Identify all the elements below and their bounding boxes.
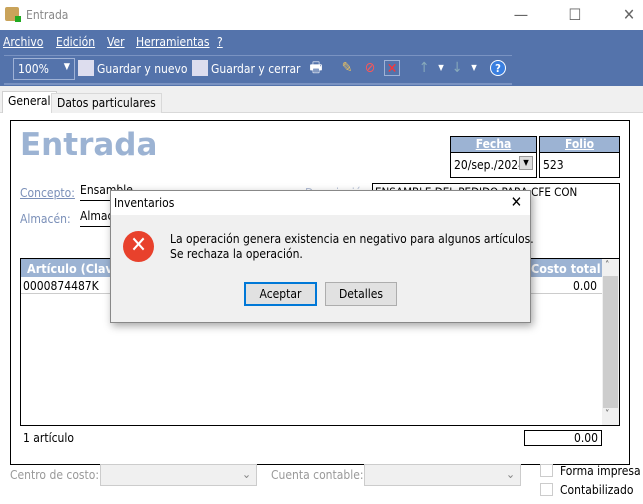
scroll-up-icon[interactable]: ˄: [605, 260, 610, 271]
menu-archivo[interactable]: Archivo: [3, 35, 43, 49]
menu-ver[interactable]: Ver: [107, 35, 125, 49]
chevron-down-icon: ⌄: [241, 467, 251, 481]
chevron-down-icon[interactable]: ▼: [466, 60, 482, 76]
details-button[interactable]: Detalles: [325, 282, 397, 306]
chevron-down-icon: ⌄: [505, 467, 515, 481]
column-costo-total[interactable]: Costo total: [531, 261, 601, 276]
tab-datos-particulares[interactable]: Datos particulares: [51, 93, 162, 113]
accept-button[interactable]: Aceptar: [244, 282, 317, 306]
menu-herramientas[interactable]: Herramientas: [136, 35, 210, 49]
help-icon[interactable]: ?: [490, 60, 506, 76]
chevron-down-icon: ▼: [63, 62, 70, 72]
delete-icon[interactable]: ✕: [384, 60, 400, 77]
pencil-icon[interactable]: ✎: [339, 60, 355, 76]
dialog-message-line1: La operación genera existencia en negati…: [170, 232, 534, 246]
save-close-button[interactable]: Guardar y cerrar: [211, 62, 301, 76]
cuenta-contable-select[interactable]: ⌄: [364, 464, 521, 486]
close-button[interactable]: ✕: [614, 4, 643, 26]
fecha-header: Fecha: [450, 136, 537, 153]
menu-bar: Archivo Edición Ver Herramientas ?: [0, 30, 643, 55]
scrollbar-thumb[interactable]: [603, 276, 618, 408]
title-bar: Entrada — ☐ ✕: [0, 0, 643, 30]
item-count: 1 artículo: [23, 431, 74, 445]
app-icon: [5, 7, 21, 22]
forma-impresa-label: Forma impresa: [560, 464, 641, 478]
total-field: 0.00: [524, 430, 602, 446]
maximize-button[interactable]: ☐: [560, 4, 590, 26]
dialog-close-button[interactable]: ✕: [511, 193, 522, 211]
folio-header: Folio: [539, 136, 620, 153]
save-new-icon: [78, 60, 94, 76]
minimize-button[interactable]: —: [506, 4, 536, 26]
arrow-down-icon[interactable]: ↓: [449, 60, 465, 76]
cancel-icon[interactable]: ⊘: [362, 60, 378, 76]
error-icon: ✕: [123, 231, 154, 262]
menu-help[interactable]: ?: [217, 35, 223, 49]
centro-costo-label: Centro de costo:: [10, 468, 100, 482]
almacen-label: Almacén:: [20, 212, 71, 226]
menu-edicion[interactable]: Edición: [56, 35, 95, 49]
arrow-up-icon[interactable]: ↑: [416, 60, 432, 76]
folio-field[interactable]: 523: [539, 152, 620, 178]
dialog-title-bar: Inventarios ✕: [111, 191, 530, 215]
page-title: Entrada: [20, 127, 158, 163]
forma-impresa-checkbox[interactable]: [540, 464, 553, 477]
scroll-down-icon[interactable]: ˅: [605, 409, 610, 420]
save-icon: [192, 60, 208, 76]
date-dropdown-button[interactable]: ▼: [519, 156, 533, 170]
contabilizado-label: Contabilizado: [560, 483, 634, 497]
concepto-label: Concepto:: [20, 186, 75, 200]
cuenta-contable-label: Cuenta contable:: [271, 468, 364, 482]
error-dialog: Inventarios ✕ ✕ La operación genera exis…: [110, 190, 534, 323]
chevron-down-icon[interactable]: ▼: [433, 60, 449, 76]
contabilizado-checkbox[interactable]: [540, 483, 553, 496]
print-icon[interactable]: 🖶: [308, 60, 324, 76]
dialog-message-line2: Se rechaza la operación.: [170, 247, 303, 261]
dialog-title: Inventarios: [114, 196, 175, 210]
save-new-button[interactable]: Guardar y nuevo: [97, 62, 188, 76]
centro-costo-select[interactable]: ⌄: [100, 464, 257, 486]
window-title: Entrada: [26, 8, 69, 22]
tab-general[interactable]: General: [2, 91, 57, 113]
zoom-select[interactable]: 100% ▼: [13, 58, 75, 80]
